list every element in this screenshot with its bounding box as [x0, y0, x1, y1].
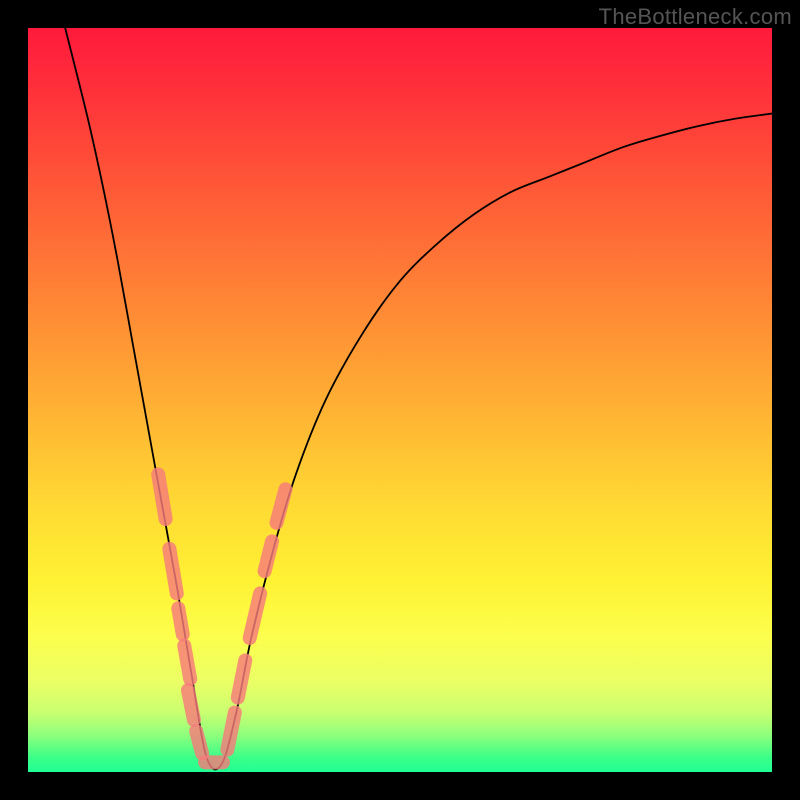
marker-segment	[238, 660, 245, 697]
bottleneck-curve	[65, 28, 772, 769]
marker-segment	[196, 731, 202, 753]
marker-segment	[188, 690, 194, 720]
marker-group	[158, 474, 285, 762]
plot-area	[28, 28, 772, 772]
marker-segment	[250, 593, 260, 638]
marker-segment	[158, 474, 165, 519]
chart-frame: TheBottleneck.com	[0, 0, 800, 800]
marker-segment	[227, 712, 234, 749]
watermark-text: TheBottleneck.com	[599, 4, 792, 30]
marker-segment	[277, 489, 286, 522]
marker-segment	[184, 646, 190, 679]
marker-segment	[265, 541, 272, 571]
marker-segment	[169, 549, 176, 594]
chart-svg	[28, 28, 772, 772]
marker-segment	[178, 608, 182, 634]
